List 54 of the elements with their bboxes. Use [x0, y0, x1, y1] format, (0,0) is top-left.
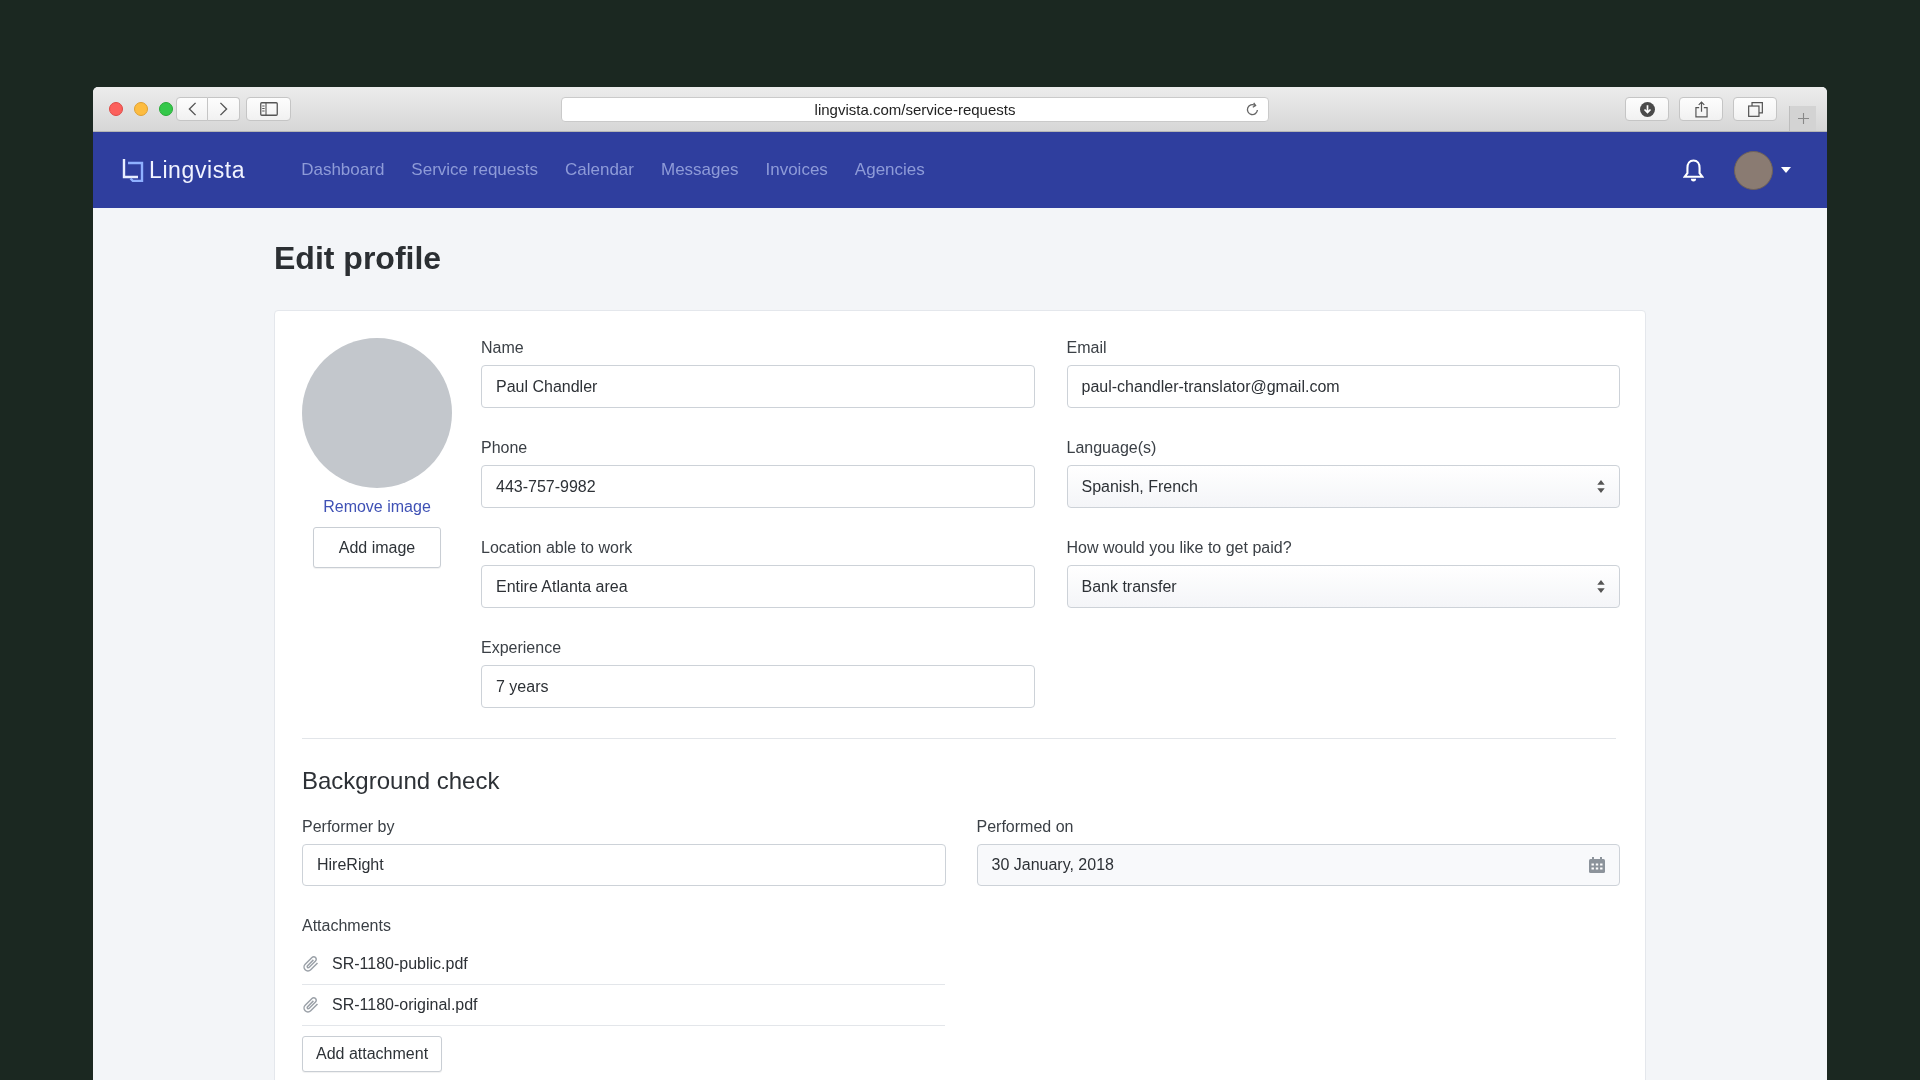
field-label: Email [1066, 338, 1108, 358]
calendar-icon[interactable] [1589, 857, 1605, 873]
avatar-placeholder[interactable] [1734, 150, 1773, 190]
logo-icon[interactable] [121, 158, 145, 182]
address-bar[interactable]: lingvista.com/service-requests [561, 96, 1269, 122]
select-dropdown[interactable]: Spanish, French [1066, 465, 1620, 508]
field-label: How would you like to get paid? [1066, 538, 1293, 558]
field-label: Language(s) [1066, 438, 1158, 458]
caret-icon[interactable] [1781, 167, 1791, 173]
page-title: Edit profile [274, 239, 443, 278]
downloads-button[interactable] [1625, 97, 1669, 121]
close-icon[interactable] [109, 102, 123, 116]
chevron-right-icon [219, 102, 228, 116]
download-icon [1639, 101, 1655, 117]
brand-name[interactable]: Lingvista [149, 156, 246, 184]
sidebar-button[interactable] [246, 97, 291, 121]
tabs-icon [1747, 101, 1763, 117]
text-input[interactable]: HireRight [302, 844, 946, 886]
remove-image-link[interactable]: Remove image [323, 497, 431, 517]
tabs-button[interactable] [1733, 97, 1777, 121]
url-text: lingvista.com/service-requests [814, 100, 1016, 118]
chevron-left-icon [187, 102, 197, 116]
attachment-link[interactable]: SR-1180-original.pdf [332, 996, 478, 1014]
reload-icon[interactable] [1245, 101, 1260, 117]
add-attachment-button[interactable]: Add attachment [302, 1036, 443, 1072]
sidebar-icon [259, 102, 278, 116]
share-icon [1694, 100, 1708, 118]
paperclip-icon [302, 955, 320, 973]
text-input[interactable]: Paul Chandler [481, 365, 1035, 408]
text-input[interactable]: 7 years [481, 665, 1035, 708]
back-button[interactable] [176, 97, 208, 121]
field-label: Performed on [976, 817, 1075, 837]
field-label: Location able to work [481, 538, 634, 558]
field-label: Name [481, 338, 525, 358]
text-input[interactable]: paul-chandler-translator@gmail.com [1066, 365, 1620, 408]
attachment-link[interactable]: SR-1180-public.pdf [332, 955, 468, 973]
field-label: Attachments [302, 916, 392, 936]
date-input[interactable]: 30 January, 2018 [976, 844, 1620, 886]
new-tab-button[interactable] [1789, 106, 1816, 131]
add-image-button[interactable]: Add image [313, 527, 441, 568]
paperclip-icon [302, 996, 320, 1014]
share-button[interactable] [1679, 97, 1723, 121]
sort-arrows-icon [1597, 480, 1605, 493]
select-dropdown[interactable]: Bank transfer [1066, 565, 1620, 608]
bell-icon[interactable] [1683, 158, 1704, 182]
field-label: Performer by [302, 817, 396, 837]
plus-icon [1797, 113, 1809, 124]
field-label: Phone [481, 438, 529, 458]
sort-arrows-icon [1597, 580, 1605, 593]
section-heading: Background check [302, 767, 501, 795]
forward-button[interactable] [208, 97, 240, 121]
text-input[interactable]: Entire Atlanta area [481, 565, 1035, 608]
text-input[interactable]: 443-757-9982 [481, 465, 1035, 508]
field-label: Experience [481, 638, 563, 658]
